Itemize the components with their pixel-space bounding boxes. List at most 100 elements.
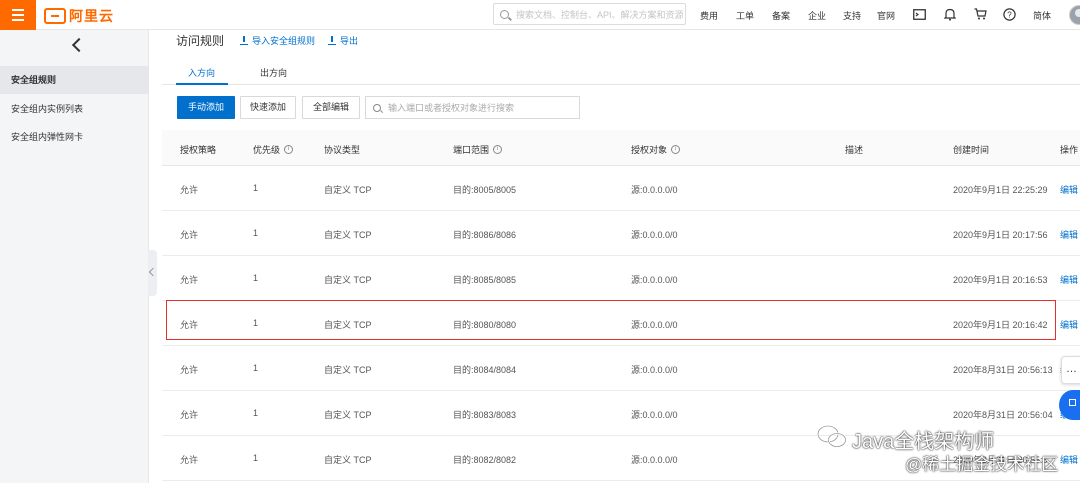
watermark-source: @稀土掘金技术社区 <box>905 455 1059 474</box>
cell-protocol: 自定义 TCP <box>324 410 372 420</box>
cell-priority: 1 <box>253 408 259 418</box>
cell-policy: 允许 <box>180 230 199 240</box>
nav-official-site[interactable]: 官网 <box>877 9 895 22</box>
edit-link[interactable]: 编辑 <box>1060 318 1078 331</box>
cell-policy: 允许 <box>180 185 199 195</box>
cell-policy: 允许 <box>180 275 199 285</box>
aliyun-logo-icon <box>44 8 66 24</box>
cell-created: 2020年9月1日 22:25:29 <box>953 185 1048 195</box>
th-actions: 操作 <box>1060 145 1079 155</box>
rule-search-placeholder: 输入端口或者授权对象进行搜索 <box>388 103 515 113</box>
cell-port: 目的:8083/8083 <box>453 410 517 420</box>
help-icon[interactable]: ? <box>1002 7 1016 21</box>
tab-outbound[interactable]: 出方向 <box>260 66 287 79</box>
cell-created: 2020年9月1日 20:16:53 <box>953 275 1048 285</box>
cell-port: 目的:8082/8082 <box>453 455 517 465</box>
cell-policy: 允许 <box>180 365 199 375</box>
avatar[interactable] <box>1069 5 1080 25</box>
svg-text:?: ? <box>1007 10 1012 19</box>
edit-link[interactable]: 编辑 <box>1060 273 1078 286</box>
terminal-icon[interactable] <box>912 7 926 21</box>
export-link[interactable]: 导出 <box>328 34 358 47</box>
wechat-icon <box>817 425 847 448</box>
highlighted-row-outline <box>166 300 1056 340</box>
apps-grid-icon[interactable] <box>1059 390 1080 420</box>
active-tab-indicator <box>176 83 228 85</box>
table-row: 允许 1 自定义 TCP 目的:8086/8086 源:0.0.0.0/0 2020年9月… <box>162 211 1080 256</box>
cell-protocol: 自定义 TCP <box>324 365 372 375</box>
edit-link[interactable]: 编辑 <box>1060 228 1078 241</box>
nav-support[interactable]: 支持 <box>843 9 861 22</box>
rule-search-input[interactable]: 输入端口或者授权对象进行搜索 <box>365 96 580 119</box>
bell-icon[interactable] <box>943 7 957 21</box>
sidebar-item-security-group-rules[interactable]: 安全组规则 <box>0 66 149 94</box>
nav-billing[interactable]: 费用 <box>700 9 718 22</box>
cell-source: 源:0.0.0.0/0 <box>631 230 678 240</box>
cell-protocol: 自定义 TCP <box>324 230 372 240</box>
export-icon <box>328 35 336 45</box>
info-icon[interactable]: i <box>493 145 503 154</box>
table-row: 允许 1 自定义 TCP 目的:8085/8085 源:0.0.0.0/0 2020年9月… <box>162 256 1080 301</box>
cell-source: 源:0.0.0.0/0 <box>631 455 678 465</box>
nav-tickets[interactable]: 工单 <box>736 9 754 22</box>
search-icon <box>373 103 381 112</box>
sidebar-collapse-handle[interactable] <box>148 250 157 296</box>
aliyun-logo[interactable]: 阿里云 <box>44 6 114 26</box>
sidebar-item-instances[interactable]: 安全组内实例列表 <box>0 95 149 123</box>
cell-port: 目的:8005/8005 <box>453 185 517 195</box>
cell-port: 目的:8086/8086 <box>453 230 517 240</box>
sidebar-item-eni[interactable]: 安全组内弹性网卡 <box>0 123 149 151</box>
table-row: 允许 1 自定义 TCP 目的:8084/8084 源:0.0.0.0/0 2020年8月… <box>162 346 1080 391</box>
cart-icon[interactable] <box>973 7 987 21</box>
cell-source: 源:0.0.0.0/0 <box>631 275 678 285</box>
cell-policy: 允许 <box>180 410 199 420</box>
manual-add-button[interactable]: 手动添加 <box>177 96 235 119</box>
page-title: 访问规则 <box>176 34 225 48</box>
th-description: 描述 <box>845 145 864 155</box>
edit-all-button[interactable]: 全部编辑 <box>302 96 360 119</box>
cell-source: 源:0.0.0.0/0 <box>631 365 678 375</box>
quick-add-button[interactable]: 快速添加 <box>240 96 296 119</box>
th-protocol: 协议类型 <box>324 145 361 155</box>
edit-link[interactable]: 编辑 <box>1060 183 1078 196</box>
cell-priority: 1 <box>253 273 259 283</box>
th-port-range: 端口范围 i <box>453 143 503 156</box>
info-icon[interactable]: i <box>284 145 294 154</box>
nav-enterprise[interactable]: 企业 <box>808 9 826 22</box>
cell-source: 源:0.0.0.0/0 <box>631 185 678 195</box>
cell-priority: 1 <box>253 453 259 463</box>
export-label: 导出 <box>340 36 359 46</box>
back-arrow-icon[interactable] <box>71 37 87 53</box>
cell-source: 源:0.0.0.0/0 <box>631 410 678 420</box>
nav-icp[interactable]: 备案 <box>772 9 790 22</box>
th-created-time: 创建时间 <box>953 145 990 155</box>
cell-protocol: 自定义 TCP <box>324 455 372 465</box>
global-search-input[interactable]: 搜索文档、控制台、API、解决方案和资源 <box>493 3 686 25</box>
cell-created: 2020年9月1日 20:17:56 <box>953 230 1048 240</box>
cell-port: 目的:8085/8085 <box>453 275 517 285</box>
th-source: 授权对象 i <box>631 143 681 156</box>
table-row: 允许 1 自定义 TCP 目的:8005/8005 源:0.0.0.0/0 2020年9月… <box>162 166 1080 211</box>
top-bar: 阿里云 搜索文档、控制台、API、解决方案和资源 费用 工单 备案 企业 支持 … <box>0 0 1080 30</box>
search-icon <box>500 9 509 19</box>
direction-tabs: 入方向 出方向 <box>162 58 1080 85</box>
feedback-chat-icon[interactable] <box>1061 356 1080 384</box>
hamburger-menu-icon[interactable] <box>0 0 36 30</box>
sidebar: 安全组规则 安全组内实例列表 安全组内弹性网卡 <box>0 30 149 483</box>
language-switch[interactable]: 简体 <box>1033 9 1051 22</box>
cell-priority: 1 <box>253 183 259 193</box>
tab-inbound[interactable]: 入方向 <box>188 66 215 79</box>
th-policy: 授权策略 <box>180 145 217 155</box>
info-icon[interactable]: i <box>671 145 681 154</box>
import-icon <box>240 35 248 45</box>
cell-protocol: 自定义 TCP <box>324 185 372 195</box>
cell-priority: 1 <box>253 363 259 373</box>
import-rules-link[interactable]: 导入安全组规则 <box>240 34 315 47</box>
cell-created: 2020年8月31日 20:56:13 <box>953 365 1053 375</box>
edit-link[interactable]: 编辑 <box>1060 453 1078 466</box>
th-priority: 优先级 i <box>253 143 294 156</box>
cell-created: 2020年8月31日 20:56:04 <box>953 410 1053 420</box>
table-header: 授权策略 优先级 i 协议类型 端口范围 i 授权对象 i 描述 创建时间 操作 <box>162 130 1080 166</box>
cell-protocol: 自定义 TCP <box>324 275 372 285</box>
logo-text: 阿里云 <box>69 8 114 24</box>
